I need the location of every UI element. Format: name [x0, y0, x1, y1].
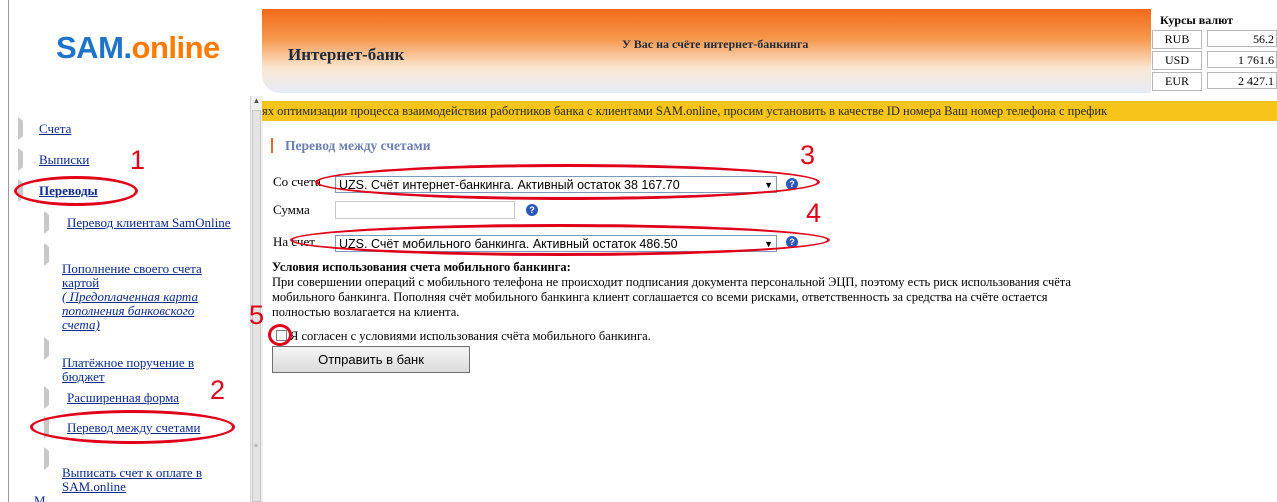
agree-label: Я согласен с условиями использования счё…: [290, 329, 651, 343]
sidebar-sub-label: Выписать счет к оплате в: [62, 465, 203, 480]
amount-label: Сумма: [273, 202, 310, 217]
submit-button[interactable]: Отправить в банк: [272, 346, 470, 373]
sidebar-sub-label: картой: [62, 275, 100, 290]
sidebar-sub-note: пополнения банковского: [62, 303, 195, 318]
sidebar-sub-note: ( Предоплаченная карта: [62, 289, 198, 304]
sidebar-item-label: Выписки: [39, 152, 90, 167]
sidebar-sub-label: Пополнение своего счета: [62, 261, 202, 276]
sidebar-item-label: Счета: [39, 121, 72, 136]
logo[interactable]: SAM.online: [56, 30, 220, 66]
annotation-number-5: 5: [249, 300, 265, 330]
conditions-line: При совершении операций с мобильного тел…: [272, 275, 1071, 289]
section-accent-bar: [271, 138, 273, 153]
header-title: Интернет-банк: [288, 45, 405, 64]
rate-currency: RUB: [1152, 30, 1202, 49]
from-account-label: Со счета: [273, 174, 321, 189]
annotation-ring-5: [268, 324, 292, 346]
header-message: У Вас на счёте интернет-банкинга: [622, 37, 809, 51]
sidebar-sub-label: Перевод клиентам SamOnline: [67, 215, 231, 230]
sidebar-sub-card-topup[interactable]: Пополнение своего счета картой ( Предопл…: [44, 243, 244, 332]
scroll-up-arrow-icon[interactable]: ▲: [251, 96, 262, 110]
conditions-line: мобильного банкинга. Пополняя счёт мобил…: [272, 290, 1048, 304]
section-title: Перевод между счетами: [285, 138, 431, 153]
sidebar-sub-label: Платёжное поручение в: [62, 355, 195, 370]
bullet-icon: [44, 243, 49, 266]
amount-input[interactable]: [335, 201, 515, 219]
scrollbar-grip-icon: ≡: [254, 442, 258, 450]
rate-value: 1 761.6: [1207, 51, 1277, 68]
sidebar-item-cut[interactable]: M: [18, 494, 46, 502]
conditions-line: полностью возлагается на клиента.: [272, 305, 460, 319]
rate-value: 56.2: [1207, 30, 1277, 47]
help-icon[interactable]: ?: [526, 204, 538, 216]
annotation-number-2: 2: [210, 375, 226, 405]
bullet-icon: [18, 117, 23, 140]
conditions-text: При совершении операций с мобильного тел…: [272, 275, 1232, 320]
sidebar-sub-transfer-samonline[interactable]: Перевод клиентам SamOnline: [44, 211, 231, 234]
annotation-ring-2: [30, 410, 235, 444]
rate-currency: EUR: [1152, 72, 1202, 91]
conditions-title: Условия использования счета мобильного б…: [272, 260, 571, 274]
sidebar-sub-label: SAM.online: [62, 479, 126, 494]
sidebar-sub-label: Расширенная форма: [67, 390, 180, 405]
sidebar-item-label: M: [34, 494, 46, 502]
sidebar-divider: [8, 0, 9, 502]
rates-title: Курсы валют: [1160, 13, 1233, 27]
bullet-icon: [44, 447, 49, 470]
sidebar-sub-invoice[interactable]: Выписать счет к оплате в SAM.online: [44, 447, 244, 494]
sidebar-item-accounts[interactable]: Счета: [18, 117, 72, 140]
rate-value: 2 427.1: [1207, 72, 1277, 89]
annotation-ring-3: [315, 164, 820, 200]
bullet-icon: [18, 148, 23, 171]
annotation-number-4: 4: [806, 198, 822, 228]
news-ticker: ях оптимизации процесса взаимодействия р…: [262, 101, 1277, 121]
bullet-icon: [44, 337, 49, 360]
sidebar-item-statements[interactable]: Выписки: [18, 148, 90, 171]
bullet-icon: [44, 211, 49, 234]
bullet-icon: [44, 386, 49, 409]
annotation-number-3: 3: [800, 140, 816, 170]
logo-online: online: [131, 30, 221, 65]
logo-dot: .: [123, 30, 132, 65]
sidebar-sub-extended-form[interactable]: Расширенная форма: [44, 386, 180, 409]
annotation-ring-4: [290, 224, 830, 256]
annotation-number-1: 1: [130, 145, 146, 175]
logo-sam: SAM: [56, 30, 124, 65]
sidebar-sub-note: счета): [62, 317, 100, 332]
annotation-ring-1: [14, 176, 138, 206]
rate-currency: USD: [1152, 51, 1202, 70]
